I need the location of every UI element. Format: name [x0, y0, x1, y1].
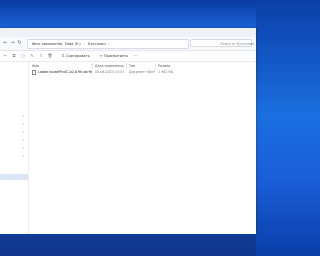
share-icon[interactable]: ⇪ — [38, 53, 44, 59]
more-options-button[interactable]: ··· — [134, 51, 137, 61]
file-list: Имя ˆ Дата изменения Тип Размер Labbe ku… — [29, 62, 256, 234]
chevron-right-icon: › — [84, 42, 86, 46]
command-bar: ✂ ⧉ ▢ ✎ ⇪ 🗑 ⇅ Сортировать ≡ Просмотреть … — [0, 51, 256, 62]
rename-icon[interactable]: ✎ — [29, 53, 35, 59]
chevron-right-icon: › — [61, 42, 63, 46]
nav-item-selected[interactable] — [0, 174, 28, 180]
chevron-right-icon[interactable]: › — [23, 138, 24, 142]
refresh-icon[interactable]: ↻ — [16, 40, 23, 47]
address-field[interactable]: ▭ Этот компьютер › Data (E:) › Кухтилин … — [27, 39, 189, 49]
file-date: 05.06.2024 14:57 — [95, 70, 125, 74]
view-button[interactable]: Просмотреть — [104, 51, 128, 61]
archive-file-icon — [32, 70, 36, 75]
copy-icon[interactable]: ⧉ — [11, 53, 17, 59]
paste-icon[interactable]: ▢ — [20, 53, 26, 59]
forward-icon[interactable]: → — [9, 40, 16, 47]
desktop-wallpaper-top — [0, 0, 256, 28]
back-icon[interactable]: ← — [2, 40, 9, 47]
file-explorer-window: ← → ↻ ▭ Этот компьютер › Data (E:) › Кух… — [0, 28, 256, 234]
chevron-right-icon[interactable]: › — [23, 146, 24, 150]
file-name[interactable]: Labbe kuxtelPrc0C,b2,b7th.okr9b... — [38, 69, 92, 76]
breadcrumb-this-pc[interactable]: Этот компьютер — [32, 40, 62, 48]
taskbar — [0, 236, 256, 256]
address-bar-row: ← → ↻ ▭ Этот компьютер › Data (E:) › Кух… — [0, 37, 256, 51]
file-size: 1 982 КБ — [158, 70, 174, 74]
title-bar — [0, 28, 256, 37]
breadcrumb-drive[interactable]: Data (E:) — [65, 40, 81, 48]
file-row[interactable]: Labbe kuxtelPrc0C,b2,b7th.okr9b... 05.06… — [29, 69, 179, 76]
file-type: Документ WinRAR — [129, 70, 155, 74]
chevron-right-icon: › — [108, 42, 110, 46]
chevron-right-icon[interactable]: › — [23, 154, 24, 158]
chevron-right-icon[interactable]: › — [23, 130, 24, 134]
breadcrumb-folder[interactable]: Кухтилин — [88, 40, 106, 48]
delete-icon[interactable]: 🗑 — [47, 53, 53, 59]
cut-icon[interactable]: ✂ — [2, 53, 8, 59]
search-input[interactable]: Поиск в: Кухтилин — [190, 39, 254, 47]
chevron-right-icon[interactable]: › — [23, 114, 24, 118]
navigation-pane: › › › › › › — [0, 62, 29, 234]
sort-button[interactable]: Сортировать — [66, 51, 90, 61]
chevron-right-icon[interactable]: › — [23, 122, 24, 126]
